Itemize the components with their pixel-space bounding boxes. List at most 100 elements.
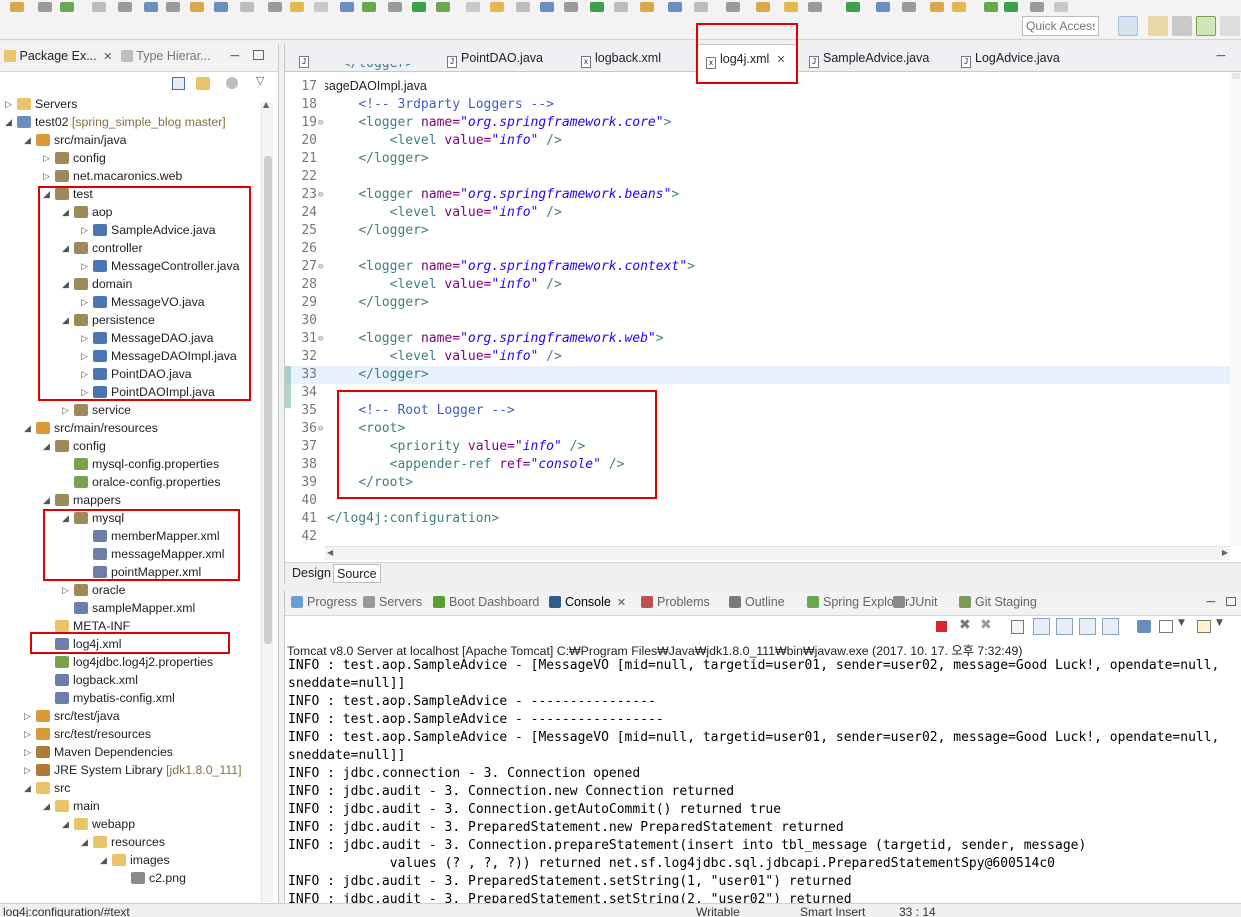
collapsed-arrow-icon[interactable]: ▷	[24, 725, 34, 743]
tab-console[interactable]: Console ✕	[549, 595, 626, 609]
fold-toggle-icon[interactable]: ⊖	[318, 186, 323, 204]
tree-item[interactable]: ▷ src/test/resources	[0, 725, 258, 743]
toolbar-action-icon[interactable]	[952, 2, 966, 12]
tree-item[interactable]: ▷ SampleAdvice.java	[0, 221, 258, 239]
tree-item[interactable]: ▷ PointDAOImpl.java	[0, 383, 258, 401]
toolbar-action-icon[interactable]	[362, 2, 376, 12]
toolbar-action-icon[interactable]	[614, 2, 628, 12]
expanded-arrow-icon[interactable]: ◢	[43, 437, 53, 455]
minimize-icon[interactable]: −	[229, 48, 241, 64]
tree-item[interactable]: ▷ MessageVO.java	[0, 293, 258, 311]
tree-item[interactable]: ▷ oracle	[0, 581, 258, 599]
tree-item[interactable]: log4j.xml	[0, 635, 258, 653]
fold-toggle-icon[interactable]: ⊖	[318, 420, 323, 438]
tab-problems[interactable]: Problems	[641, 595, 710, 609]
collapsed-arrow-icon[interactable]: ▷	[24, 743, 34, 761]
focus-icon[interactable]	[226, 77, 238, 89]
remove-all-icon[interactable]: ✖	[980, 617, 992, 633]
display-console-icon[interactable]	[1159, 620, 1173, 633]
scrollbar-thumb[interactable]	[264, 156, 272, 644]
toolbar-action-icon[interactable]	[902, 2, 916, 12]
tree-item[interactable]: ◢ src/main/java	[0, 131, 258, 149]
tree-item[interactable]: ◢ mysql	[0, 509, 258, 527]
expanded-arrow-icon[interactable]: ◢	[24, 419, 34, 437]
toolbar-action-icon[interactable]	[1030, 2, 1044, 12]
tree-item[interactable]: mysql-config.properties	[0, 455, 258, 473]
remove-launch-icon[interactable]: ✖	[959, 617, 971, 633]
collapse-all-icon[interactable]	[172, 77, 185, 90]
toolbar-action-icon[interactable]	[412, 2, 426, 12]
tree-item[interactable]: mybatis-config.xml	[0, 689, 258, 707]
terminate-icon[interactable]	[936, 621, 947, 632]
tree-item[interactable]: ▷ MessageDAOImpl.java	[0, 347, 258, 365]
collapsed-arrow-icon[interactable]: ▷	[5, 95, 15, 113]
toolbar-action-icon[interactable]	[640, 2, 654, 12]
collapsed-arrow-icon[interactable]: ▷	[24, 761, 34, 779]
tree-item[interactable]: ◢ webapp	[0, 815, 258, 833]
pin-console-icon[interactable]	[1137, 620, 1151, 633]
expanded-arrow-icon[interactable]: ◢	[81, 833, 91, 851]
expanded-arrow-icon[interactable]: ◢	[5, 113, 15, 131]
close-icon[interactable]: ✕	[614, 597, 626, 609]
java-ee-perspective-icon[interactable]	[1148, 16, 1168, 36]
tab-junit[interactable]: JUnit	[893, 595, 937, 609]
collapsed-arrow-icon[interactable]: ▷	[43, 149, 53, 167]
toolbar-action-icon[interactable]	[694, 2, 708, 12]
toolbar-action-icon[interactable]	[756, 2, 770, 12]
chevron-down-icon[interactable]: ▼	[1178, 618, 1185, 628]
expanded-arrow-icon[interactable]: ◢	[62, 311, 72, 329]
debug-perspective-icon[interactable]	[1172, 16, 1192, 36]
tree-item[interactable]: ▷ Servers	[0, 95, 258, 113]
toolbar-action-icon[interactable]	[92, 2, 106, 12]
link-with-editor-icon[interactable]	[196, 77, 210, 90]
toolbar-action-icon[interactable]	[726, 2, 740, 12]
toolbar-action-icon[interactable]	[240, 2, 254, 12]
toolbar-action-icon[interactable]	[340, 2, 354, 12]
tree-item[interactable]: ◢ test02 [spring_simple_blog master]	[0, 113, 258, 131]
toolbar-action-icon[interactable]	[876, 2, 890, 12]
tab-outline[interactable]: Outline	[729, 595, 785, 609]
collapsed-arrow-icon[interactable]: ▷	[81, 221, 91, 239]
tree-item[interactable]: pointMapper.xml	[0, 563, 258, 581]
expanded-arrow-icon[interactable]: ◢	[62, 815, 72, 833]
tree-item[interactable]: ◢ aop	[0, 203, 258, 221]
tree-item[interactable]: ◢ domain	[0, 275, 258, 293]
tree-item[interactable]: ◢ controller	[0, 239, 258, 257]
tree-item[interactable]: ▷ net.macaronics.web	[0, 167, 258, 185]
tree-item[interactable]: ◢ persistence	[0, 311, 258, 329]
toolbar-action-icon[interactable]	[314, 2, 328, 12]
tree-item[interactable]: c2.png	[0, 869, 258, 887]
tree-item[interactable]: ▷ MessageDAO.java	[0, 329, 258, 347]
view-menu-icon[interactable]: ▽	[256, 74, 264, 87]
scroll-right-icon[interactable]: ▶	[1222, 548, 1228, 557]
expanded-arrow-icon[interactable]: ◢	[62, 509, 72, 527]
toolbar-action-icon[interactable]	[846, 2, 860, 12]
show-on-stdout-icon[interactable]	[1079, 618, 1096, 635]
toolbar-action-icon[interactable]	[388, 2, 402, 12]
toolbar-action-icon[interactable]	[38, 2, 52, 12]
toolbar-action-icon[interactable]	[268, 2, 282, 12]
toolbar-action-icon[interactable]	[930, 2, 944, 12]
toolbar-action-icon[interactable]	[1004, 2, 1018, 12]
toolbar-action-icon[interactable]	[668, 2, 682, 12]
toolbar-action-icon[interactable]	[1054, 2, 1068, 12]
tree-item[interactable]: ◢ test	[0, 185, 258, 203]
toolbar-action-icon[interactable]	[118, 2, 132, 12]
expanded-arrow-icon[interactable]: ◢	[62, 203, 72, 221]
scroll-up-icon[interactable]: ▲	[263, 100, 269, 109]
tree-item[interactable]: ▷ Maven Dependencies	[0, 743, 258, 761]
fold-toggle-icon[interactable]: ⊖	[318, 258, 323, 276]
close-icon[interactable]: ✕	[103, 51, 112, 63]
fold-toggle-icon[interactable]: ⊖	[318, 114, 323, 132]
toolbar-action-icon[interactable]	[436, 2, 450, 12]
toolbar-action-icon[interactable]	[784, 2, 798, 12]
toolbar-action-icon[interactable]	[466, 2, 480, 12]
tree-item[interactable]: log4jdbc.log4j2.properties	[0, 653, 258, 671]
tree-item[interactable]: ▷ config	[0, 149, 258, 167]
toolbar-action-icon[interactable]	[290, 2, 304, 12]
chevron-down-icon[interactable]: ▼	[1216, 618, 1223, 628]
minimize-icon[interactable]: −	[1205, 594, 1217, 610]
expanded-arrow-icon[interactable]: ◢	[43, 185, 53, 203]
toolbar-action-icon[interactable]	[590, 2, 604, 12]
toolbar-action-icon[interactable]	[516, 2, 530, 12]
